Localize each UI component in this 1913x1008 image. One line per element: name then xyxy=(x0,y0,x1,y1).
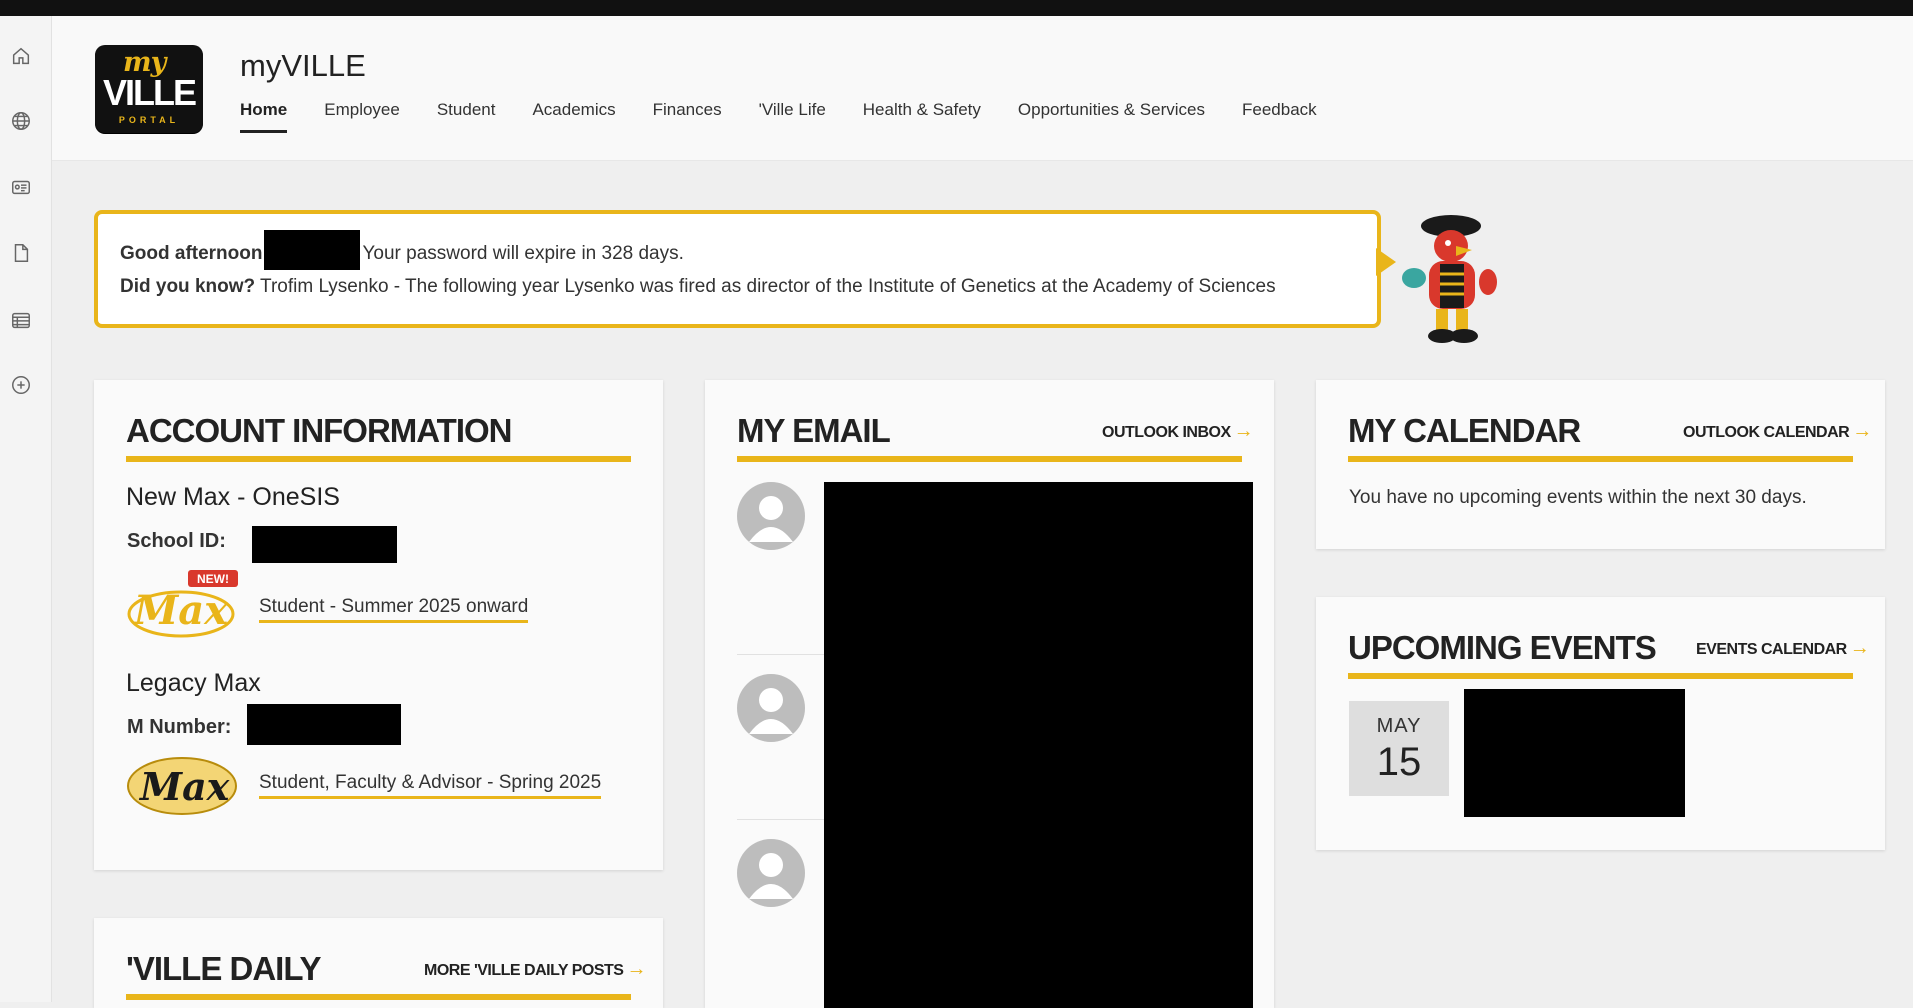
outlook-calendar-label: OUTLOOK CALENDAR xyxy=(1683,424,1850,441)
nav-health-safety[interactable]: Health & Safety xyxy=(863,100,981,133)
password-notice: Your password will expire in 328 days. xyxy=(362,243,684,265)
avatar xyxy=(737,674,805,742)
nav-finances[interactable]: Finances xyxy=(653,100,722,133)
app-title: myVILLE xyxy=(240,48,366,83)
user-icon xyxy=(749,853,793,899)
redacted-name xyxy=(264,230,361,270)
nav-student[interactable]: Student xyxy=(437,100,496,133)
card-title-rule xyxy=(1348,673,1853,679)
onesis-student-link[interactable]: Student - Summer 2025 onward xyxy=(259,596,529,623)
my-calendar-title: MY CALENDAR xyxy=(1348,412,1581,449)
ville-daily-title: 'VILLE DAILY xyxy=(126,950,321,987)
add-circle-icon[interactable] xyxy=(8,372,34,398)
logo-ville-text: VILLE xyxy=(103,72,197,113)
outlook-calendar-link[interactable]: OUTLOOK CALENDAR → xyxy=(1683,420,1872,443)
logo-portal-text: PORTAL xyxy=(118,115,180,125)
top-bar xyxy=(0,0,1913,16)
new-max-logo[interactable]: Max NEW! xyxy=(126,570,241,642)
avatar xyxy=(737,482,805,550)
greeting-banner: Good afternoon Your password will expire … xyxy=(94,210,1381,328)
m-number-label: M Number: xyxy=(127,716,232,738)
more-ville-daily-posts-link[interactable]: MORE 'VILLE DAILY POSTS → xyxy=(424,958,646,981)
myville-portal-logo[interactable]: my VILLE PORTAL xyxy=(95,45,203,133)
user-icon xyxy=(749,496,793,542)
ville-daily-card: 'VILLE DAILY MORE 'VILLE DAILY POSTS → xyxy=(94,918,663,1008)
did-you-know-label: Did you know? xyxy=(120,276,256,297)
redacted-event-details xyxy=(1464,689,1685,817)
more-ville-daily-posts-label: MORE 'VILLE DAILY POSTS xyxy=(424,962,624,979)
header xyxy=(52,16,1913,161)
new-badge: NEW! xyxy=(197,572,229,586)
id-card-icon[interactable] xyxy=(8,174,34,200)
greeting-line: Good afternoon Your password will expire … xyxy=(120,230,684,270)
user-icon xyxy=(749,688,793,734)
email-divider xyxy=(737,654,825,655)
redacted-m-number xyxy=(247,704,401,745)
account-information-title: ACCOUNT INFORMATION xyxy=(126,412,513,449)
globe-icon[interactable] xyxy=(8,108,34,134)
list-icon[interactable] xyxy=(8,307,34,333)
nav-academics[interactable]: Academics xyxy=(532,100,615,133)
event-month: MAY xyxy=(1376,715,1422,737)
arrow-right-icon: → xyxy=(1849,637,1870,659)
speech-bubble-tail xyxy=(1376,248,1396,276)
arrow-right-icon: → xyxy=(1233,420,1254,442)
my-email-card: MY EMAIL OUTLOOK INBOX → xyxy=(705,380,1274,1008)
home-icon[interactable] xyxy=(8,43,34,69)
no-events-message: You have no upcoming events within the n… xyxy=(1349,487,1807,508)
my-calendar-card: MY CALENDAR OUTLOOK CALENDAR → You have n… xyxy=(1316,380,1885,549)
did-you-know-text: Trofim Lysenko - The following year Lyse… xyxy=(260,276,1276,297)
outlook-inbox-link[interactable]: OUTLOOK INBOX → xyxy=(1102,420,1254,443)
card-title-rule xyxy=(737,456,1242,462)
nav-ville-life[interactable]: 'Ville Life xyxy=(759,100,826,133)
legacy-max-title: Legacy Max xyxy=(126,669,261,697)
account-information-card: ACCOUNT INFORMATION New Max - OneSIS Sch… xyxy=(94,380,663,870)
card-title-rule xyxy=(1348,456,1853,462)
nav-employee[interactable]: Employee xyxy=(324,100,400,133)
arrow-right-icon: → xyxy=(626,958,646,980)
pirate-mascot-image xyxy=(1402,215,1497,343)
redacted-email-list xyxy=(824,482,1253,1008)
left-rail xyxy=(0,16,52,1002)
avatar xyxy=(737,839,805,907)
document-icon[interactable] xyxy=(8,240,34,266)
main-nav: Home Employee Student Academics Finances… xyxy=(240,100,1317,133)
nav-feedback[interactable]: Feedback xyxy=(1242,100,1317,133)
new-max-logo-text: Max xyxy=(132,587,229,634)
card-title-rule xyxy=(126,994,631,1000)
nav-home[interactable]: Home xyxy=(240,100,288,133)
outlook-inbox-label: OUTLOOK INBOX xyxy=(1102,424,1231,441)
did-you-know-line: Did you know? Trofim Lysenko - The follo… xyxy=(120,276,1276,298)
arrow-right-icon: → xyxy=(1852,420,1872,442)
nav-opportunities-services[interactable]: Opportunities & Services xyxy=(1018,100,1205,133)
legacy-max-link[interactable]: Student, Faculty & Advisor - Spring 2025 xyxy=(259,772,602,799)
email-divider xyxy=(737,819,825,820)
upcoming-events-title: UPCOMING EVENTS xyxy=(1348,629,1657,666)
upcoming-events-card: UPCOMING EVENTS EVENTS CALENDAR → MAY 15 xyxy=(1316,597,1885,850)
my-email-title: MY EMAIL xyxy=(737,412,891,449)
onesis-title: New Max - OneSIS xyxy=(126,483,340,511)
events-calendar-label: EVENTS CALENDAR xyxy=(1696,641,1847,658)
event-day: 15 xyxy=(1376,740,1422,784)
card-title-rule xyxy=(126,456,631,462)
greeting-salutation: Good afternoon xyxy=(120,243,263,265)
legacy-max-logo-text: Max xyxy=(138,764,231,809)
redacted-school-id xyxy=(252,526,397,563)
legacy-max-logo[interactable]: Max xyxy=(126,752,241,822)
event-date-box[interactable]: MAY 15 xyxy=(1349,701,1449,796)
events-calendar-link[interactable]: EVENTS CALENDAR → xyxy=(1696,637,1870,660)
school-id-label: School ID: xyxy=(127,530,226,552)
